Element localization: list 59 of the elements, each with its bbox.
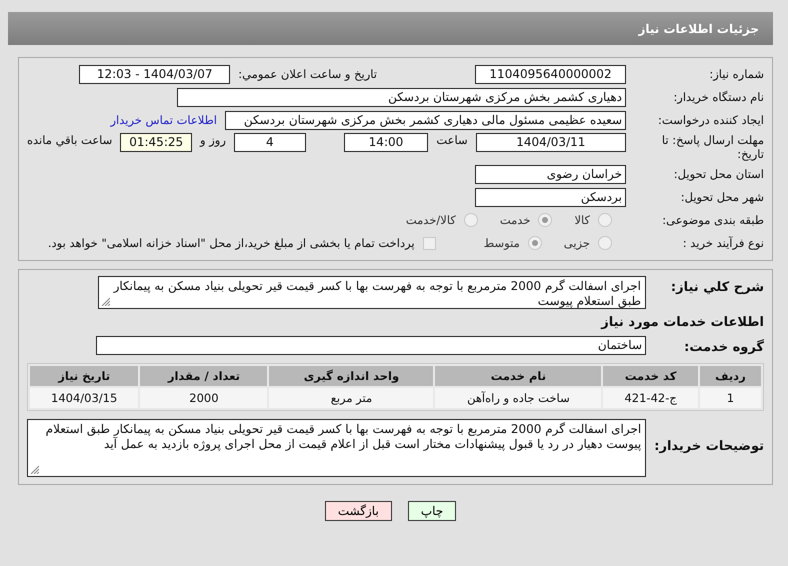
radio-button[interactable] (538, 213, 552, 227)
province-field: خراسان رضوی (475, 164, 626, 184)
deadline-time-field: 14:00 (344, 133, 428, 152)
radio-button[interactable] (598, 236, 612, 250)
table-cell: ساخت جاده و راه‌آهن (435, 388, 602, 408)
resize-grip-icon (30, 465, 39, 474)
summary-text-area: اجرای اسفالت گرم 2000 مترمربع با توجه به فهرست بها با کسر قیمت قیر تحویلی بنیاد مسکن به پیمانکار طبق استعلام پیوست (98, 276, 646, 309)
table-cell: 1404/03/15 (30, 388, 138, 408)
radio-button[interactable] (598, 213, 612, 227)
city-field: بردسکن (475, 188, 626, 206)
column-header: نام خدمت (435, 366, 602, 386)
buyer-notes-text-area: اجرای اسفالت گرم 2000 مترمربع با توجه به فهرست بها با کسر قیمت قیر تحویلی بنیاد مسکن به پیمانکار طبق استعلام پیوست دهیار در رد یا قبول پیشنهادات مختار است قبل از اعلام قیمت از محل اجرای پروژه بازدید به عمل آید (27, 419, 646, 477)
page-title: جزئیات اطلاعات نیاز (638, 22, 759, 36)
checkbox[interactable] (422, 236, 436, 250)
radio-label: کالا (574, 213, 590, 227)
field-label: شهر محل تحویل: (680, 190, 764, 204)
time-label: ساعت (436, 133, 468, 147)
service-group-field: ساختمان (96, 336, 646, 354)
need-number-field: 1104095640000002 (475, 64, 626, 84)
buyer-field: دهیاری کشمر بخش مرکزی شهرستان بردسکن (177, 88, 626, 106)
back-button[interactable]: بازگشت (324, 501, 392, 521)
table-cell: 1 (700, 388, 761, 408)
remaining-time-field: 01:45:25 (120, 133, 192, 152)
field-label: نوع فرآیند خرید : (682, 236, 764, 250)
field-label: توضیحات خریدار: (654, 438, 764, 454)
column-header: واحد اندازه گیری (269, 366, 434, 386)
field-label: نام دستگاه خریدار: (672, 90, 764, 104)
days-field: 4 (234, 133, 306, 152)
radio-label: جزیی (564, 236, 590, 250)
field-label: طبقه بندی موضوعی: (661, 213, 764, 227)
radio-button[interactable] (528, 236, 542, 250)
field-label: گروه خدمت: (683, 338, 764, 354)
table-cell: ج-42-421 (603, 388, 698, 408)
buyer-contact-link[interactable]: اطلاعات تماس خریدار (110, 113, 217, 127)
field-label: ایجاد کننده درخواست: (657, 113, 764, 127)
remaining-label: ساعت باقي مانده (27, 133, 112, 147)
section-heading: اطلاعات خدمات مورد نیاز (601, 314, 764, 330)
field-label: شماره نیاز: (708, 67, 764, 81)
field-label: استان محل تحویل: (672, 167, 764, 181)
table-cell: متر مربع (269, 388, 434, 408)
resize-grip-icon (101, 297, 110, 306)
announce-date-field: 1404/03/07 - 12:03 (79, 64, 230, 84)
column-header: کد خدمت (603, 366, 698, 386)
field-label: شرح کلي نیاز: (670, 279, 764, 295)
radio-button[interactable] (464, 213, 478, 227)
column-header: تعداد / مقدار (140, 366, 268, 386)
radio-label: کالا/خدمت (406, 213, 456, 227)
days-label: روز و (200, 133, 226, 147)
deadline-date-field: 1404/03/11 (476, 133, 626, 152)
radio-label: خدمت (500, 213, 530, 227)
table-cell: 2000 (140, 388, 268, 408)
field-label: تاریخ و ساعت اعلان عمومي: (238, 67, 377, 81)
column-header: ردیف (700, 366, 761, 386)
column-header: تاریخ نیاز (30, 366, 138, 386)
creator-field: سعیده عظیمی مسئول مالی دهیاری کشمر بخش مرکزی شهرستان بردسکن (225, 110, 626, 130)
payment-label: پرداخت تمام یا بخشی از مبلغ خرید،از محل "اسناد خزانه اسلامی" خواهد بود. (48, 236, 415, 250)
radio-label: متوسط (484, 236, 520, 250)
print-button[interactable]: چاپ (408, 501, 456, 521)
field-label: مهلت ارسال پاسخ: تا تاریخ: (660, 133, 764, 161)
